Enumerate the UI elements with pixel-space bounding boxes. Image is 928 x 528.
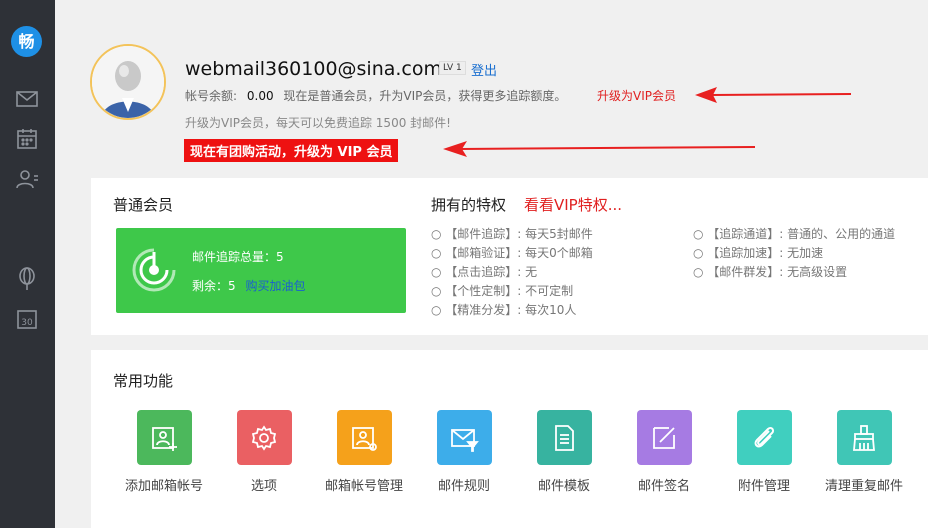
- membership-title: 普通会员: [113, 196, 174, 214]
- broom-icon: [836, 410, 892, 465]
- app-logo[interactable]: 畅: [11, 26, 42, 57]
- privilege-item: ○ 【邮件追踪】: 每天5封邮件: [431, 227, 593, 241]
- tracking-total: 邮件追踪总量：5: [192, 250, 284, 264]
- privilege-item: ○ 【个性定制】: 不可定制: [431, 284, 574, 298]
- mail-account-management-button[interactable]: 邮箱帐号管理: [314, 410, 414, 494]
- balance-line: 帐号余额: 0.00 现在是普通会员，升为VIP会员，获得更多追踪额度。: [185, 87, 566, 104]
- logout-link[interactable]: 登出: [471, 60, 497, 79]
- function-label: 清理重复邮件: [824, 479, 903, 494]
- options-button[interactable]: 选项: [214, 410, 314, 494]
- paperclip-icon: [736, 410, 792, 465]
- account-settings-icon: [336, 410, 392, 465]
- mail-icon[interactable]: [14, 86, 40, 112]
- pen-icon: [636, 410, 692, 465]
- calendar-icon[interactable]: [14, 126, 40, 152]
- remaining-label: 剩余：5: [192, 279, 236, 293]
- function-label: 添加邮箱帐号: [124, 479, 203, 494]
- red-arrow-icon: [443, 141, 756, 157]
- buy-fuel-pack-link[interactable]: 购买加油包: [245, 279, 305, 293]
- member-status-text: 现在是普通会员，升为VIP会员，获得更多追踪额度。: [283, 89, 567, 103]
- privilege-item: ○ 【邮件群发】: 无高级设置: [693, 265, 848, 279]
- privileges-title: 拥有的特权: [431, 196, 507, 214]
- promo-banner[interactable]: 现在有团购活动，升级为 VIP 会员: [184, 139, 399, 162]
- add-account-icon: [136, 410, 192, 465]
- privilege-item: ○ 【邮箱验证】: 每天0个邮箱: [431, 246, 593, 260]
- vip-privileges-link[interactable]: 看看VIP特权...: [524, 194, 622, 215]
- level-badge: LV 1: [439, 61, 466, 75]
- privilege-item: ○ 【精准分发】: 每次10人: [431, 303, 577, 317]
- function-label: 邮件签名: [637, 479, 690, 494]
- date-30-icon[interactable]: 30: [14, 306, 40, 332]
- function-label: 附件管理: [737, 479, 790, 494]
- contacts-icon[interactable]: [14, 166, 40, 192]
- function-label: 邮件规则: [437, 479, 490, 494]
- function-label: 邮件模板: [537, 479, 590, 494]
- clean-duplicate-mail-button[interactable]: 清理重复邮件: [814, 410, 914, 494]
- common-functions-card: 常用功能 添加邮箱帐号 选项 邮箱帐号管理 邮件规则 邮件模板 邮件签名 附件管…: [91, 350, 928, 528]
- privilege-item: ○ 【追踪加速】: 无加速: [693, 246, 824, 260]
- attachment-management-button[interactable]: 附件管理: [714, 410, 814, 494]
- sidebar: 畅 30: [0, 0, 55, 528]
- vip-note: 升级为VIP会员，每天可以免费追踪 1500 封邮件!: [185, 116, 451, 130]
- function-label: 邮箱帐号管理: [324, 479, 403, 494]
- gear-icon: [236, 410, 292, 465]
- tracking-remaining: 剩余：5 购买加油包: [192, 277, 305, 294]
- account-email: webmail360100@sina.com: [185, 58, 443, 80]
- red-arrow-icon: [695, 87, 852, 103]
- upgrade-vip-link[interactable]: 升级为VIP会员: [597, 87, 676, 104]
- main-content: webmail360100@sina.com LV 1 登出 帐号余额: 0.0…: [55, 0, 928, 528]
- mail-rules-button[interactable]: 邮件规则: [414, 410, 514, 494]
- avatar[interactable]: [90, 44, 166, 120]
- add-mail-account-button[interactable]: 添加邮箱帐号: [114, 410, 214, 494]
- radar-icon: [132, 248, 176, 292]
- mail-signature-button[interactable]: 邮件签名: [614, 410, 714, 494]
- function-label: 选项: [250, 479, 277, 494]
- svg-text:30: 30: [21, 318, 33, 328]
- mail-filter-icon: [436, 410, 492, 465]
- privileges-left-list: ○ 【邮件追踪】: 每天5封邮件 ○ 【邮箱验证】: 每天0个邮箱 ○ 【点击追…: [431, 225, 593, 320]
- balance-label: 帐号余额:: [185, 89, 238, 103]
- mail-templates-button[interactable]: 邮件模板: [514, 410, 614, 494]
- tracking-quota-box: 邮件追踪总量：5 剩余：5 购买加油包: [116, 228, 406, 313]
- common-functions-title: 常用功能: [113, 372, 174, 390]
- membership-card: 普通会员 邮件追踪总量：5 剩余：5 购买加油包 拥有的特权 看看VIP特权..…: [91, 178, 928, 335]
- balloon-icon[interactable]: [14, 266, 40, 292]
- document-icon: [536, 410, 592, 465]
- privileges-right-list: ○ 【追踪通道】: 普通的、公用的通道 ○ 【追踪加速】: 无加速 ○ 【邮件群…: [693, 225, 895, 282]
- balance-value: 0.00: [246, 89, 274, 103]
- privilege-item: ○ 【点击追踪】: 无: [431, 265, 538, 279]
- privilege-item: ○ 【追踪通道】: 普通的、公用的通道: [693, 227, 896, 241]
